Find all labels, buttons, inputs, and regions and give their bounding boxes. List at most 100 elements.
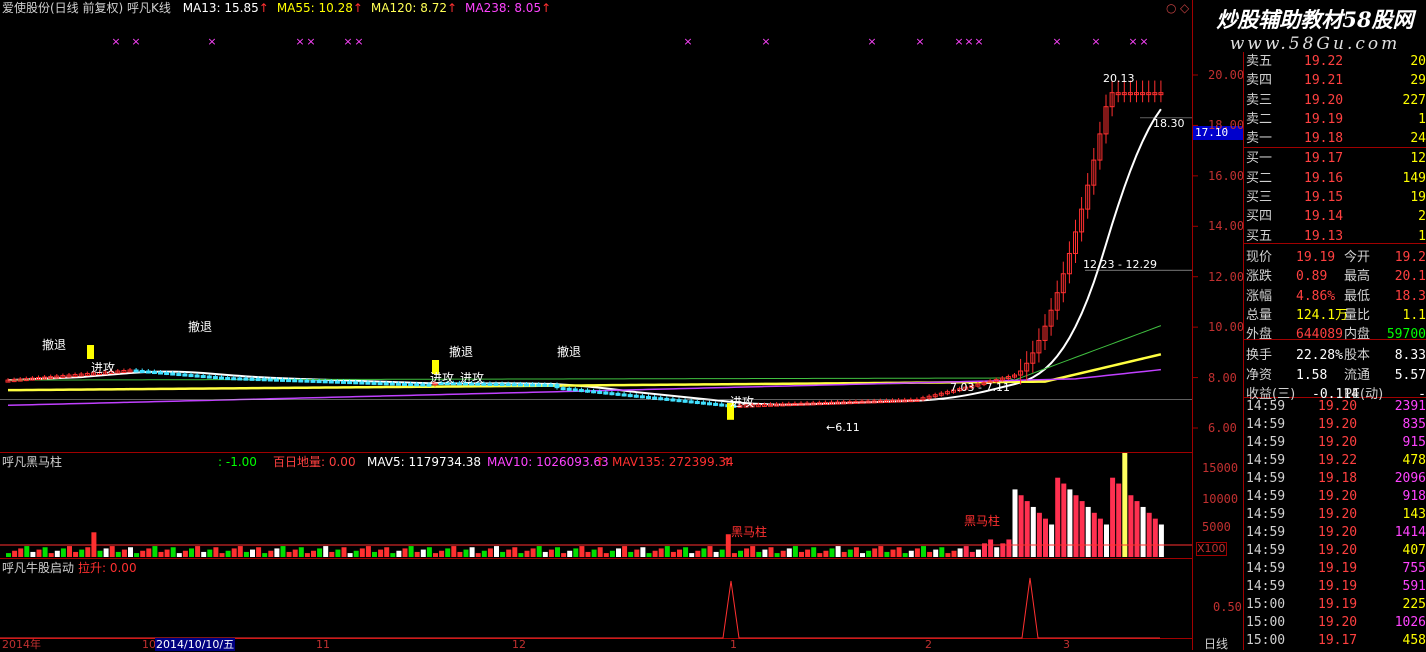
candle-body (255, 378, 261, 382)
volume-bar (225, 550, 231, 557)
volume-bar (1146, 512, 1152, 557)
order-book-row[interactable]: 卖二 19.19 1 (1244, 110, 1426, 129)
close-icon[interactable]: ○ (1166, 0, 1180, 15)
order-book-row[interactable]: 卖五 19.22 20 (1244, 52, 1426, 71)
trade-row[interactable]: 14:59 19.19 755 (1244, 560, 1426, 578)
stat-key: 最低 (1344, 288, 1371, 304)
stat-value: 124.1万 (1296, 307, 1349, 323)
volume-bar (280, 546, 286, 557)
order-price: 19.18 (1304, 131, 1344, 147)
trade-row[interactable]: 14:59 19.19 591 (1244, 578, 1426, 596)
volume-bar (622, 546, 628, 557)
candle-body (170, 372, 176, 376)
order-book-row[interactable]: 卖一 19.18 24 (1244, 129, 1426, 148)
candle-body (621, 393, 627, 397)
stat-key: 外盘 (1246, 327, 1273, 343)
watermark-line1: 炒股辅助教材58股网 (1216, 7, 1414, 32)
trade-time: 14:59 (1246, 579, 1286, 594)
candle-body (194, 374, 200, 378)
x-mark-icon: × (354, 35, 363, 48)
trade-row[interactable]: 14:59 19.20 835 (1244, 416, 1426, 434)
trade-row[interactable]: 14:59 19.20 915 (1244, 434, 1426, 452)
trade-list[interactable]: 14:59 19.20 2391 14:59 19.20 835 14:59 19.20 915… (1244, 398, 1426, 650)
order-volume: 2 (1418, 209, 1426, 225)
volume-bar (384, 547, 390, 557)
volume-bar (1012, 489, 1018, 557)
x-mark-icon: × (974, 35, 983, 48)
volume-bar (902, 553, 908, 557)
candle-body (682, 399, 688, 403)
candle-body (548, 383, 554, 387)
order-book-row[interactable]: 买五 19.13 1 (1244, 227, 1426, 246)
trade-price: 19.19 (1318, 597, 1358, 612)
trade-row[interactable]: 14:59 19.20 407 (1244, 542, 1426, 560)
trade-volume: 478 (1402, 453, 1426, 468)
candle-body (200, 375, 206, 379)
trade-price: 19.20 (1318, 417, 1358, 432)
candle-body (316, 380, 322, 384)
volume-bar (805, 549, 811, 557)
trade-row[interactable]: 14:59 19.20 143 (1244, 506, 1426, 524)
date-tick-label: 3 (1063, 638, 1070, 651)
trade-volume: 2391 (1394, 399, 1426, 414)
order-book-row[interactable]: 买二 19.16 149 (1244, 169, 1426, 188)
trade-row[interactable]: 14:59 19.18 2096 (1244, 470, 1426, 488)
trade-row[interactable]: 15:00 19.17 458 (1244, 632, 1426, 650)
volume-bar (847, 549, 853, 557)
x-mark-icon: × (964, 35, 973, 48)
volume-bar (329, 551, 335, 557)
volume-bar (48, 553, 54, 557)
order-label: 卖一 (1246, 131, 1273, 147)
volume-bar (677, 549, 682, 557)
order-book-row[interactable]: 买一 19.17 12 (1244, 149, 1426, 168)
order-label: 卖三 (1246, 92, 1273, 108)
ma-legend-item: MA13: 15.85 (182, 1, 259, 15)
ma-line (7, 108, 1162, 406)
order-price: 19.16 (1304, 170, 1344, 186)
trade-time: 14:59 (1246, 489, 1286, 504)
candle-body (322, 380, 328, 384)
order-book-row[interactable]: 卖四 19.21 29 (1244, 71, 1426, 90)
bull-signal-line (0, 577, 1160, 639)
stat-value: 22.28% (1296, 348, 1343, 364)
volume-bar (323, 546, 329, 557)
volume-bar (719, 549, 725, 557)
order-book-row[interactable]: 买三 19.15 19 (1244, 188, 1426, 207)
stat-key: 现价 (1246, 249, 1273, 265)
trade-volume: 2096 (1394, 471, 1426, 486)
mav10-arrow: ↑ (595, 455, 606, 469)
trade-row[interactable]: 14:59 19.20 1414 (1244, 524, 1426, 542)
volume-bar (85, 547, 91, 557)
candle-body (243, 377, 249, 381)
trade-row[interactable]: 15:00 19.19 225 (1244, 596, 1426, 614)
volume-bar (1049, 524, 1055, 557)
trade-row[interactable]: 14:59 19.20 2391 (1244, 398, 1426, 416)
volume-bar (341, 547, 347, 557)
volume-bar (494, 546, 499, 557)
volume-bar (317, 548, 323, 557)
candle-body (249, 377, 255, 381)
volume-bar (79, 549, 85, 557)
volume-bar (469, 547, 475, 557)
candle-body (694, 401, 700, 405)
trade-row[interactable]: 15:00 19.20 1026 (1244, 614, 1426, 632)
volume-tick-label: 5000 (1202, 520, 1231, 534)
quote-stat-row: 净资 1.58 流通 5.57 (1244, 366, 1426, 385)
volume-bar (481, 550, 487, 557)
stat-value: 18.3 (1394, 288, 1426, 304)
expand-icon[interactable]: ◇ (1180, 0, 1194, 15)
volume-bar (304, 553, 310, 557)
candle-body (280, 378, 285, 382)
candle-body (597, 390, 603, 394)
volume-bar (36, 549, 42, 557)
volume-bar (292, 549, 298, 557)
trade-row[interactable]: 14:59 19.22 478 (1244, 452, 1426, 470)
candle-body (414, 383, 420, 387)
x-mark-icon: × (761, 35, 770, 48)
order-book-row[interactable]: 卖三 19.20 227 (1244, 91, 1426, 110)
order-label: 买一 (1246, 151, 1273, 167)
order-book-row[interactable]: 买四 19.14 2 (1244, 207, 1426, 226)
volume-bar (1158, 524, 1164, 557)
trade-row[interactable]: 14:59 19.20 918 (1244, 488, 1426, 506)
volume-bar (591, 549, 597, 557)
